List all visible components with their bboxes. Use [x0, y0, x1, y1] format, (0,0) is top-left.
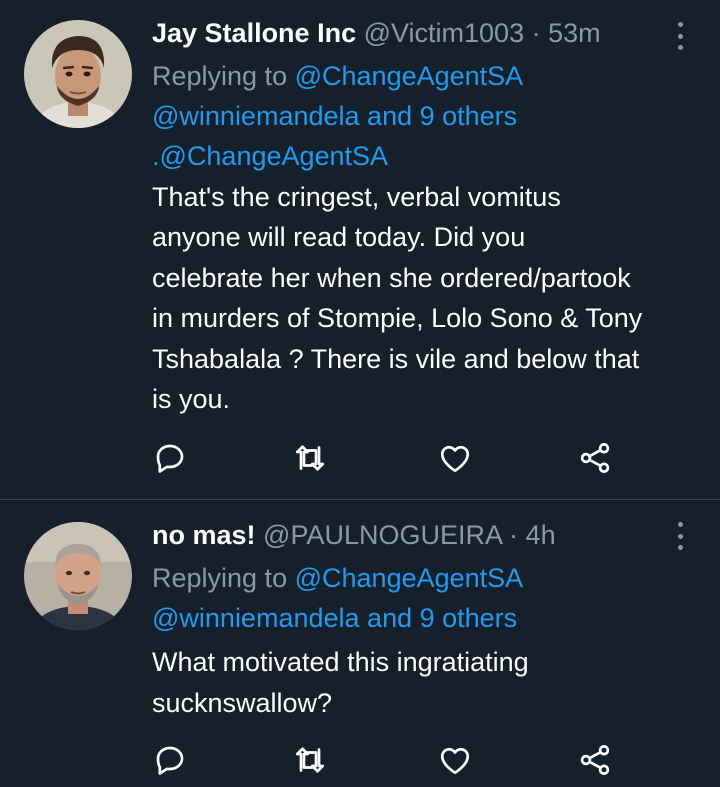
retweet-icon: [295, 445, 325, 471]
more-icon[interactable]: [676, 22, 684, 50]
user-handle[interactable]: @PAULNOGUEIRA: [263, 520, 501, 550]
timestamp[interactable]: 4h: [526, 520, 556, 550]
tweet-header: Jay Stallone Inc @Victim1003 · 53m: [152, 16, 700, 50]
share-icon: [580, 745, 610, 775]
tweet-body: What motivated this ingratiating sucknsw…: [152, 642, 700, 723]
tweet-line: anyone will read today. Did you: [152, 222, 526, 252]
action-bar: [152, 742, 622, 782]
like-button[interactable]: [437, 742, 477, 782]
replying-to: Replying to @ChangeAgentSA: [152, 558, 700, 598]
retweet-icon: [295, 747, 325, 773]
like-icon: [440, 747, 470, 775]
display-name[interactable]: Jay Stallone Inc: [152, 18, 356, 48]
replying-to-link[interactable]: @ChangeAgentSA: [295, 61, 524, 91]
tweet-line: What motivated this ingratiating: [152, 647, 529, 677]
avatar-photo: [24, 20, 132, 128]
replying-prefix: Replying to: [152, 563, 288, 593]
replying-others[interactable]: @winniemandela and 9 others: [152, 598, 700, 638]
reply-button[interactable]: [152, 742, 192, 782]
tweet-line: That's the cringest, verbal vomitus: [152, 181, 561, 212]
tweet-line: sucknswallow?: [152, 687, 333, 718]
tweet[interactable]: no mas! @PAULNOGUEIRA · 4h Replying to @…: [0, 500, 720, 787]
tweet[interactable]: Jay Stallone Inc @Victim1003 · 53m Reply…: [0, 0, 720, 500]
tweet-line: Tshabalala ? There is vile and below tha…: [152, 343, 640, 374]
like-icon: [440, 445, 470, 473]
timestamp[interactable]: 53m: [548, 18, 601, 48]
share-button[interactable]: [577, 742, 617, 782]
replying-others[interactable]: @winniemandela and 9 others: [152, 96, 700, 136]
tweet-header: no mas! @PAULNOGUEIRA · 4h: [152, 518, 700, 552]
action-bar: [152, 440, 622, 480]
more-icon[interactable]: [676, 522, 684, 550]
retweet-button[interactable]: [292, 742, 332, 782]
replying-others-count[interactable]: and 9 others: [367, 101, 517, 131]
replying-to: Replying to @ChangeAgentSA: [152, 56, 700, 96]
replying-to-link[interactable]: @ChangeAgentSA: [295, 563, 524, 593]
separator: ·: [531, 18, 541, 48]
tweet-body: .@ChangeAgentSA That's the cringest, ver…: [152, 136, 700, 420]
avatar[interactable]: [24, 20, 132, 128]
retweet-button[interactable]: [292, 440, 332, 480]
share-button[interactable]: [577, 440, 617, 480]
replying-others-handle[interactable]: @winniemandela: [152, 101, 360, 131]
reply-icon: [156, 444, 184, 473]
like-button[interactable]: [437, 440, 477, 480]
avatar-photo: [24, 522, 132, 630]
reply-icon: [156, 746, 184, 775]
display-name[interactable]: no mas!: [152, 520, 256, 550]
reply-button[interactable]: [152, 440, 192, 480]
avatar[interactable]: [24, 522, 132, 630]
separator: ·: [509, 520, 519, 550]
tweet-line: in murders of Stompie, Lolo Sono & Tony: [152, 303, 643, 333]
replying-others-handle[interactable]: @winniemandela: [152, 603, 360, 633]
share-icon: [580, 443, 610, 473]
user-handle[interactable]: @Victim1003: [364, 18, 524, 48]
tweet-line: is you.: [152, 384, 231, 414]
mention-link[interactable]: .@ChangeAgentSA: [152, 136, 700, 177]
tweet-line: celebrate her when she ordered/partook: [152, 262, 631, 293]
replying-prefix: Replying to: [152, 61, 288, 91]
replying-others-count[interactable]: and 9 others: [367, 603, 517, 633]
